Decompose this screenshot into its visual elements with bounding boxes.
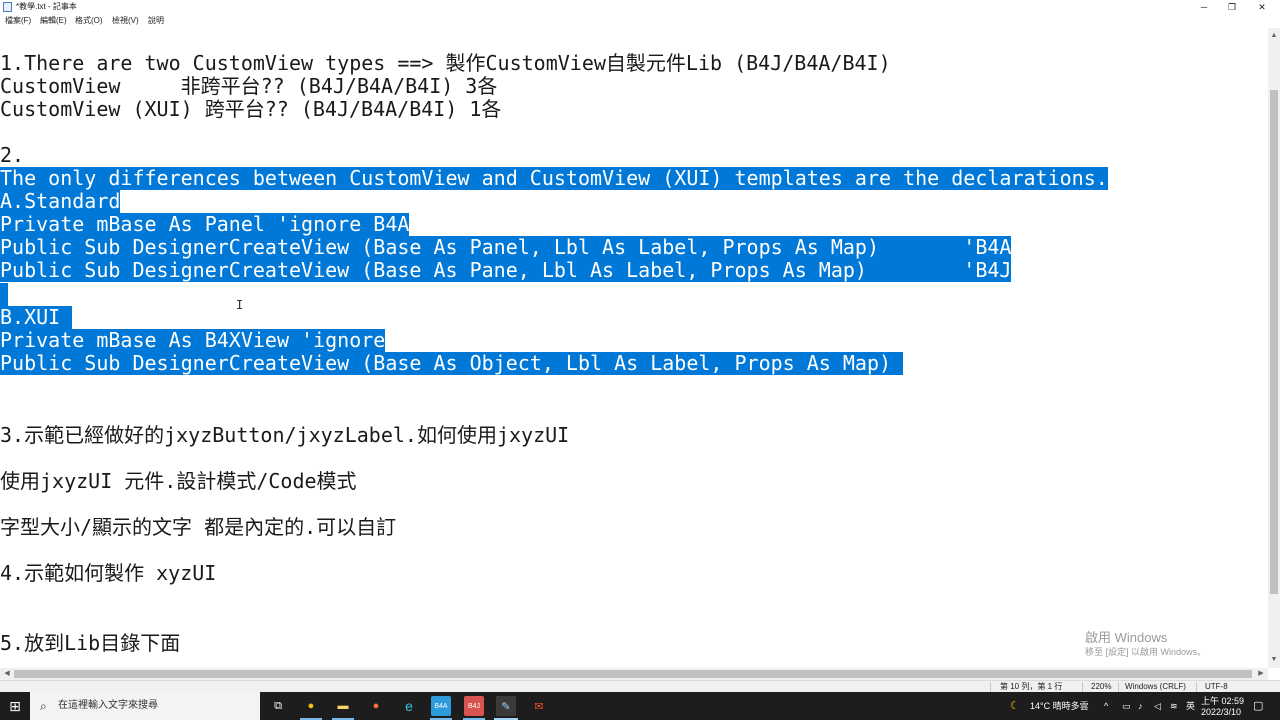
taskbar-search[interactable]: ⌕ 在這裡輸入文字來搜尋 — [30, 692, 260, 720]
weather-text[interactable]: 14°C 晴時多雲 — [1030, 700, 1089, 712]
text-line[interactable]: 2. — [0, 144, 24, 167]
menu-view[interactable]: 檢視(V) — [112, 15, 139, 27]
text-line[interactable]: The only differences between CustomView … — [0, 167, 1108, 190]
title-bar: *教學.txt - 記事本 ─ ❐ ✕ — [0, 0, 1280, 14]
text-line[interactable]: B.XUI — [0, 306, 73, 329]
close-button[interactable]: ✕ — [1248, 0, 1276, 14]
activation-watermark: 啟用 Windows 移至 [設定] 以啟用 Windows。 — [1085, 630, 1206, 658]
menu-bar: 檔案(F) 編輯(E) 格式(O) 檢視(V) 說明 — [0, 14, 1280, 28]
text-line[interactable]: 5.放到Lib目錄下面 — [0, 632, 180, 655]
menu-format[interactable]: 格式(O) — [75, 15, 103, 27]
firefox-icon[interactable]: ● — [366, 696, 386, 716]
scroll-left-icon[interactable]: ◀ — [1, 668, 13, 680]
chrome-icon[interactable]: ● — [301, 696, 321, 716]
text-cursor-icon: I — [236, 298, 244, 312]
b4j-icon[interactable]: B4J — [464, 696, 484, 716]
search-placeholder: 在這裡輸入文字來搜尋 — [58, 700, 158, 711]
show-hidden-icons-icon[interactable]: ^ — [1104, 700, 1108, 712]
menu-help[interactable]: 說明 — [148, 15, 164, 27]
status-bar: 第 10 列，第 1 行 220% Windows (CRLF) UTF-8 — [0, 680, 1280, 692]
notepad-icon[interactable]: ✎ — [496, 696, 516, 716]
file-explorer-icon[interactable]: ▬ — [333, 696, 353, 716]
vertical-scrollbar[interactable]: ▲ ▼ — [1268, 28, 1280, 668]
b4a-icon[interactable]: B4A — [431, 696, 451, 716]
status-separator — [1196, 682, 1197, 692]
horizontal-scrollbar[interactable]: ◀ ▶ — [0, 668, 1268, 680]
minimize-button[interactable]: ─ — [1190, 0, 1218, 14]
text-line[interactable]: 4.示範如何製作 xyzUI — [0, 562, 216, 585]
scroll-down-icon[interactable]: ▼ — [1268, 654, 1280, 666]
notepad-icon — [3, 2, 12, 12]
wifi-icon[interactable]: ≋ — [1170, 700, 1178, 712]
status-separator — [990, 682, 991, 692]
text-editor[interactable]: 1.There are two CustomView types ==> 製作C… — [0, 28, 1268, 668]
text-line[interactable]: 字型大小/顯示的文字 都是內定的.可以自訂 — [0, 516, 396, 539]
network-icon[interactable]: ▭ — [1122, 700, 1131, 712]
edge-icon[interactable]: e — [399, 696, 419, 716]
text-line[interactable]: 1.There are two CustomView types ==> 製作C… — [0, 52, 891, 75]
window-title: *教學.txt - 記事本 — [16, 2, 77, 11]
horizontal-scroll-thumb[interactable] — [14, 670, 1252, 678]
text-line[interactable]: Public Sub DesignerCreateView (Base As P… — [0, 236, 1012, 259]
scroll-up-icon[interactable]: ▲ — [1268, 30, 1280, 42]
watermark-subtitle: 移至 [設定] 以啟用 Windows。 — [1085, 647, 1207, 657]
microphone-icon[interactable]: ♪ — [1138, 700, 1143, 712]
selection-blank-line — [0, 283, 8, 306]
text-line[interactable]: Private mBase As Panel 'ignore B4A — [0, 213, 410, 236]
menu-edit[interactable]: 編輯(E) — [40, 15, 67, 27]
windows-start-icon[interactable]: ⊞ — [5, 696, 25, 716]
text-line[interactable]: 3.示範已經做好的jxyzButton/jxyzLabel.如何使用jxyzUI — [0, 424, 569, 447]
text-line[interactable]: CustomView (XUI) 跨平台?? (B4J/B4A/B4I) 1各 — [0, 98, 501, 121]
scroll-right-icon[interactable]: ▶ — [1255, 668, 1267, 680]
weather-icon: ☾ — [1010, 700, 1020, 712]
status-separator — [1082, 682, 1083, 692]
notification-icon[interactable]: ▢ — [1253, 700, 1263, 712]
app-icon[interactable]: ✉ — [529, 696, 549, 716]
text-line[interactable]: Public Sub DesignerCreateView (Base As O… — [0, 352, 904, 375]
maximize-button[interactable]: ❐ — [1218, 0, 1246, 14]
ime-indicator[interactable]: 英 — [1186, 700, 1195, 712]
text-line[interactable]: CustomView 非跨平台?? (B4J/B4A/B4I) 3各 — [0, 75, 497, 98]
menu-file[interactable]: 檔案(F) — [5, 15, 31, 27]
clock-date[interactable]: 2022/3/10 — [1201, 706, 1241, 718]
text-line[interactable]: A.Standard — [0, 190, 121, 213]
vertical-scroll-thumb[interactable] — [1270, 90, 1278, 594]
text-line[interactable]: Private mBase As B4XView 'ignore — [0, 329, 386, 352]
text-line[interactable]: 使用jxyzUI 元件.設計模式/Code模式 — [0, 470, 357, 493]
status-separator — [1118, 682, 1119, 692]
text-line[interactable]: Public Sub DesignerCreateView (Base As P… — [0, 259, 1012, 282]
task-view-icon[interactable]: ⧉ — [268, 696, 288, 716]
volume-icon[interactable]: ◁ — [1154, 700, 1161, 712]
watermark-title: 啟用 Windows — [1085, 630, 1168, 645]
search-icon: ⌕ — [40, 699, 47, 713]
taskbar: ⊞ ⌕ 在這裡輸入文字來搜尋 ⧉ ● ▬ ● e B4A B4J ✎ ✉ ☾ 1… — [0, 692, 1280, 720]
